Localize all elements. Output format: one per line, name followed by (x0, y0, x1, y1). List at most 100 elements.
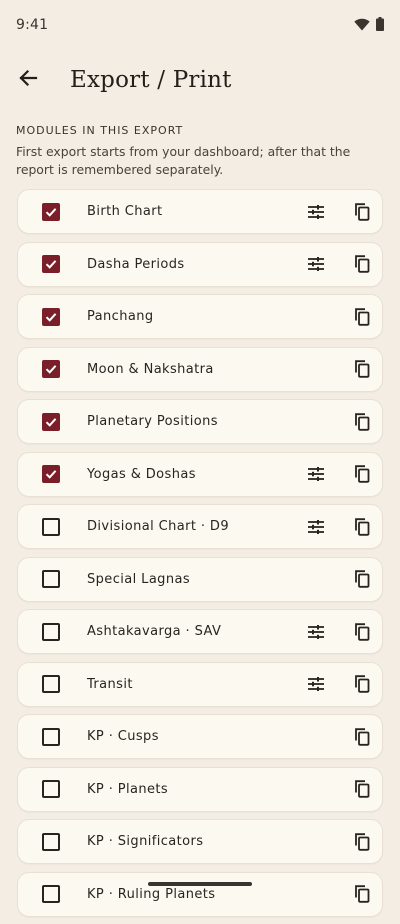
module-checkbox[interactable] (42, 412, 60, 431)
module-label: Ashtakavarga · SAV (87, 624, 222, 639)
module-copy-button[interactable] (351, 673, 373, 695)
tune-icon (308, 519, 324, 534)
module-checkbox[interactable] (42, 360, 60, 378)
tune-icon (308, 677, 324, 691)
module-checkbox[interactable] (42, 832, 60, 851)
gesture-nav-handle[interactable] (148, 882, 252, 886)
arrow-back-icon (18, 68, 38, 92)
copy-icon (354, 412, 370, 431)
module-label: KP · Significators (87, 834, 204, 849)
module-label: Yogas & Doshas (87, 466, 196, 482)
status-time: 9:41 (16, 17, 49, 33)
module-label: Dasha Periods (87, 256, 185, 272)
module-checkbox[interactable] (42, 885, 60, 903)
module-label: Divisional Chart · D9 (87, 519, 230, 534)
copy-icon (354, 255, 370, 273)
copy-icon (354, 780, 370, 798)
copy-icon (354, 202, 370, 221)
module-checkbox[interactable] (42, 307, 60, 326)
module-row[interactable]: KP · Significators (17, 819, 383, 864)
module-row[interactable]: Moon & Nakshatra (17, 346, 383, 392)
module-row[interactable]: Transit (17, 661, 383, 707)
module-copy-button[interactable] (351, 358, 373, 380)
page-title: Export / Print (70, 67, 232, 93)
module-label: Panchang (87, 309, 154, 324)
module-settings-button[interactable] (305, 673, 327, 695)
module-settings-button[interactable] (305, 253, 327, 275)
check-icon (44, 362, 58, 376)
module-settings-button[interactable] (305, 516, 327, 538)
module-row[interactable]: Planetary Positions (17, 399, 383, 444)
copy-icon (354, 360, 370, 378)
copy-icon (354, 517, 370, 536)
battery-icon (376, 16, 384, 35)
status-icons (354, 16, 384, 35)
module-row[interactable]: Panchang (17, 294, 383, 339)
module-checkbox[interactable] (42, 780, 60, 798)
check-icon (44, 415, 58, 429)
back-button[interactable] (4, 56, 52, 104)
copy-icon (354, 465, 370, 483)
module-checkbox[interactable] (42, 675, 60, 693)
module-label: Birth Chart (87, 204, 163, 219)
module-copy-button[interactable] (351, 883, 373, 905)
module-checkbox[interactable] (42, 202, 60, 221)
module-row[interactable]: Birth Chart (17, 189, 383, 234)
wifi-icon (354, 16, 370, 35)
module-checkbox[interactable] (42, 465, 60, 483)
module-row[interactable]: Ashtakavarga · SAV (17, 609, 383, 654)
module-checkbox[interactable] (42, 517, 60, 536)
module-row[interactable]: Dasha Periods (17, 241, 383, 287)
module-checkbox[interactable] (42, 727, 60, 746)
module-list: Birth Chart Dasha Periods Panchang Moon & N… (17, 189, 383, 924)
module-copy-button[interactable] (351, 411, 373, 433)
module-row[interactable]: KP · Cusps (17, 714, 383, 759)
check-icon (44, 257, 58, 271)
copy-icon (354, 885, 370, 903)
section-header: MODULES IN THIS EXPORT (16, 124, 184, 137)
module-copy-button[interactable] (351, 253, 373, 275)
module-row[interactable]: Divisional Chart · D9 (17, 504, 383, 549)
module-copy-button[interactable] (351, 568, 373, 590)
module-settings-button[interactable] (305, 201, 327, 223)
module-copy-button[interactable] (351, 306, 373, 328)
module-label: Moon & Nakshatra (87, 361, 214, 377)
module-row[interactable]: Special Lagnas (17, 556, 383, 602)
module-copy-button[interactable] (351, 726, 373, 748)
status-bar: 9:41 (0, 0, 400, 50)
module-copy-button[interactable] (351, 516, 373, 538)
module-copy-button[interactable] (351, 463, 373, 485)
tune-icon (308, 467, 324, 481)
copy-icon (354, 832, 370, 851)
check-icon (44, 205, 58, 219)
module-label: KP · Ruling Planets (87, 886, 216, 902)
module-label: Transit (87, 676, 133, 692)
module-label: KP · Planets (87, 781, 169, 797)
check-icon (44, 467, 58, 481)
module-settings-button[interactable] (305, 621, 327, 643)
tune-icon (308, 624, 324, 639)
module-copy-button[interactable] (351, 621, 373, 643)
copy-icon (354, 675, 370, 693)
module-row[interactable]: Yogas & Doshas (17, 451, 383, 497)
check-icon (44, 310, 58, 324)
copy-icon (354, 622, 370, 641)
module-label: Special Lagnas (87, 571, 191, 587)
module-label: KP · Cusps (87, 729, 159, 744)
module-copy-button[interactable] (351, 778, 373, 800)
section-description: First export starts from your dashboard;… (16, 144, 351, 177)
module-label: Planetary Positions (87, 414, 218, 429)
copy-icon (354, 570, 370, 588)
tune-icon (308, 204, 324, 219)
copy-icon (354, 307, 370, 326)
module-checkbox[interactable] (42, 255, 60, 273)
module-row[interactable]: KP · Planets (17, 766, 383, 812)
module-copy-button[interactable] (351, 201, 373, 223)
app-bar: Export / Print (0, 56, 400, 104)
tune-icon (308, 257, 324, 271)
module-checkbox[interactable] (42, 622, 60, 641)
module-checkbox[interactable] (42, 570, 60, 588)
module-row[interactable]: KP · Ruling Planets (17, 871, 383, 917)
module-settings-button[interactable] (305, 463, 327, 485)
module-copy-button[interactable] (351, 831, 373, 853)
